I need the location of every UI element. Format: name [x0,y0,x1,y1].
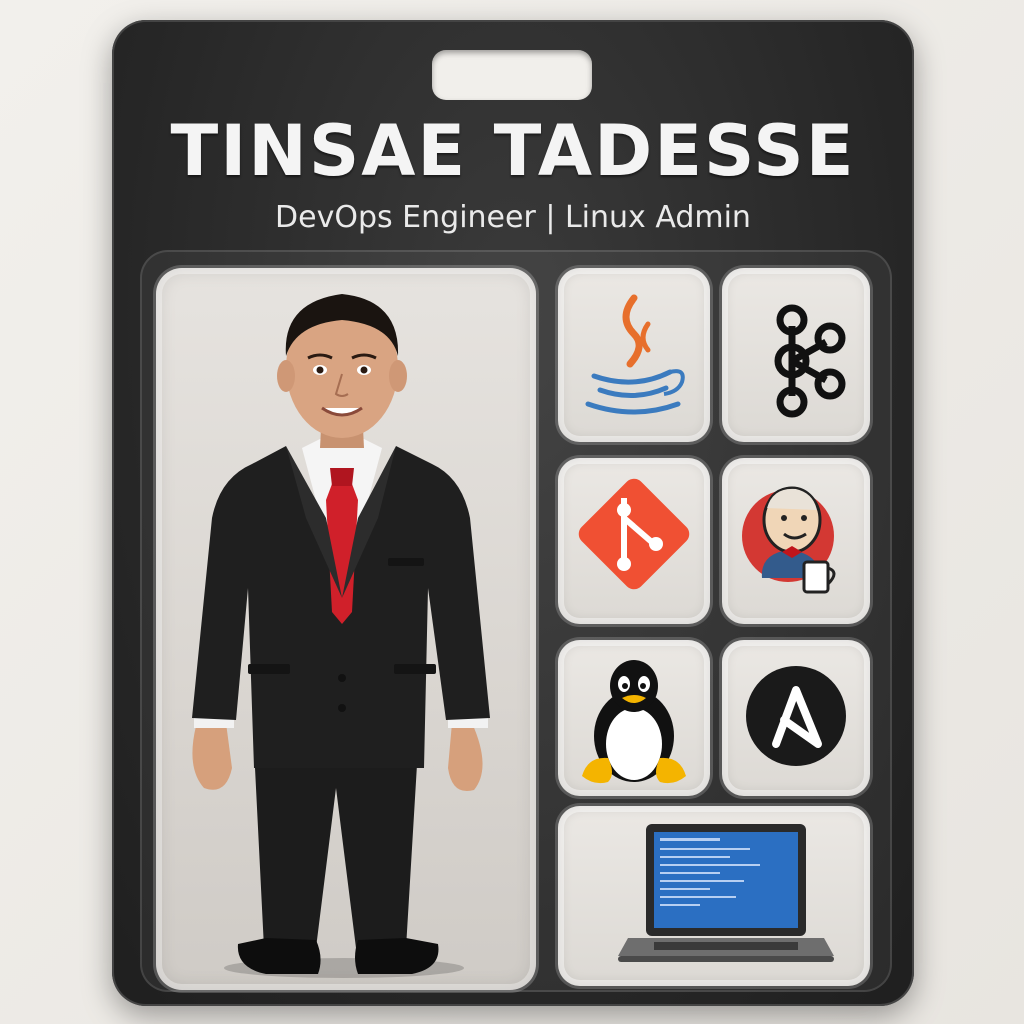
hang-hole [432,50,592,100]
kafka-icon [774,304,846,418]
java-icon [585,294,685,415]
jenkins-icon [742,486,836,594]
accessory-tile-ansible [722,640,870,796]
figure-window [156,268,536,990]
accessory-tile-laptop [558,806,870,986]
figure-role: DevOps Engineer | Linux Admin [275,200,751,235]
accessory-tile-kafka [722,268,870,442]
accessory-tile-git [558,458,710,624]
linux-tux-icon [582,660,686,784]
git-icon [578,478,690,590]
accessory-tile-jenkins [722,458,870,624]
laptop-icon [618,824,834,962]
ansible-icon [746,666,846,766]
accessory-tile-linux [558,640,710,796]
figure-name: TINSAE TADESSE [170,110,856,192]
figure-illustration [192,294,490,978]
accessory-tile-java [558,268,710,442]
